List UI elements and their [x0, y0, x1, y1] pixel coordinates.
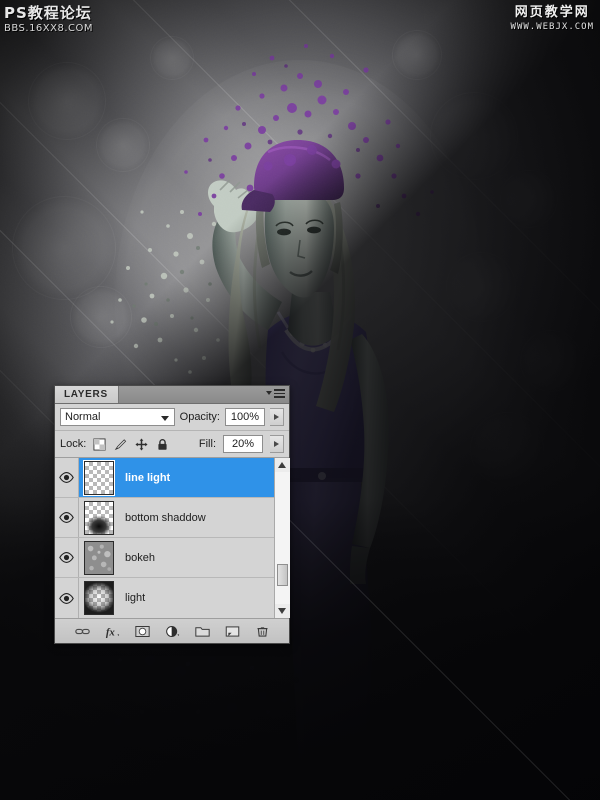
chevron-down-icon [266, 391, 272, 396]
watermark-left-title: PS教程论坛 [4, 4, 92, 22]
blend-mode-select[interactable]: Normal [60, 408, 175, 426]
layer-style-fx-icon[interactable]: fx [105, 624, 120, 639]
scrollbar-track[interactable] [274, 472, 290, 604]
chevron-down-icon [160, 416, 169, 421]
lock-transparency-icon[interactable] [93, 437, 106, 451]
play-triangle-icon [274, 441, 279, 447]
blend-mode-row[interactable]: Normal Opacity: 100% [55, 404, 289, 431]
layers-panel-footer[interactable]: fx [55, 619, 289, 643]
thumb-bokeh-dots [87, 544, 112, 571]
watermark-right: 网页教学网 WWW.WEBJX.COM [511, 6, 594, 32]
layers-list[interactable]: line light bottom shaddow bokeh light [55, 458, 290, 619]
add-layer-mask-icon[interactable] [134, 624, 150, 639]
watermark-left-url: BBS.16XX8.COM [4, 22, 94, 34]
scroll-down-icon[interactable] [274, 604, 290, 618]
thumb-radial-glow [85, 582, 113, 614]
play-triangle-icon [274, 414, 279, 420]
triangle-down-icon [278, 608, 286, 614]
layer-row[interactable]: light [55, 578, 289, 618]
opacity-label: Opacity: [179, 411, 220, 423]
fill-value: 20% [231, 438, 255, 450]
adjustment-layer-icon[interactable] [165, 624, 180, 639]
new-group-icon[interactable] [194, 624, 210, 639]
opacity-input[interactable]: 100% [225, 408, 265, 426]
thumb-dark-blob [85, 501, 113, 534]
svg-text:fx: fx [105, 626, 115, 638]
watermark-left: PS教程论坛 BBS.16XX8.COM [4, 4, 94, 34]
eye-icon [59, 552, 74, 563]
eye-icon [59, 472, 74, 483]
layer-visibility-toggle[interactable] [55, 538, 79, 577]
layer-row[interactable]: bottom shaddow [55, 498, 289, 538]
layer-thumbnail[interactable] [84, 500, 114, 535]
eye-icon [59, 592, 74, 604]
lock-image-pixels-icon[interactable] [114, 438, 127, 451]
layer-name: bottom shaddow [125, 511, 206, 524]
layer-row[interactable]: line light [55, 458, 289, 498]
layer-name: light [125, 592, 146, 604]
fill-stepper[interactable] [270, 435, 284, 453]
lock-position-icon[interactable] [135, 437, 148, 451]
lock-all-icon[interactable] [156, 438, 169, 451]
layer-row[interactable]: bokeh [55, 538, 289, 578]
panel-menu-icon[interactable] [266, 389, 285, 398]
blend-mode-value: Normal [65, 411, 101, 423]
watermark-right-title: 网页教学网 [514, 5, 590, 20]
triangle-up-icon [278, 462, 286, 468]
layer-visibility-toggle[interactable] [55, 578, 79, 618]
delete-layer-icon[interactable] [255, 624, 270, 639]
watermark-right-url: WWW.WEBJX.COM [510, 21, 594, 32]
tab-layers[interactable]: LAYERS [55, 386, 119, 403]
tab-layers-label: LAYERS [64, 389, 108, 400]
fill-label: Fill: [198, 438, 216, 450]
layer-thumbnail[interactable] [84, 581, 114, 615]
opacity-stepper[interactable] [270, 408, 284, 426]
layers-panel[interactable]: LAYERS Normal Opacity: 100% Lock: Fill: … [54, 385, 290, 644]
layer-name: bokeh [125, 551, 155, 564]
panel-titlebar[interactable]: LAYERS [55, 386, 289, 404]
lock-label: Lock: [60, 438, 87, 450]
layer-thumbnail[interactable] [83, 459, 115, 496]
scrollbar-thumb[interactable] [276, 564, 288, 586]
layer-visibility-toggle[interactable] [55, 458, 79, 497]
new-layer-icon[interactable] [225, 624, 240, 639]
hamburger-icon [274, 389, 285, 398]
opacity-value: 100% [230, 411, 260, 423]
layer-name: line light [125, 471, 171, 484]
lock-row[interactable]: Lock: Fill: 20% [55, 431, 289, 458]
layer-thumbnail[interactable] [84, 540, 114, 575]
fill-input[interactable]: 20% [223, 435, 263, 453]
layers-scrollbar[interactable] [274, 458, 290, 618]
eye-icon [59, 512, 74, 523]
link-layers-icon[interactable] [74, 624, 90, 639]
layer-visibility-toggle[interactable] [55, 498, 79, 537]
scroll-up-icon[interactable] [274, 458, 290, 472]
